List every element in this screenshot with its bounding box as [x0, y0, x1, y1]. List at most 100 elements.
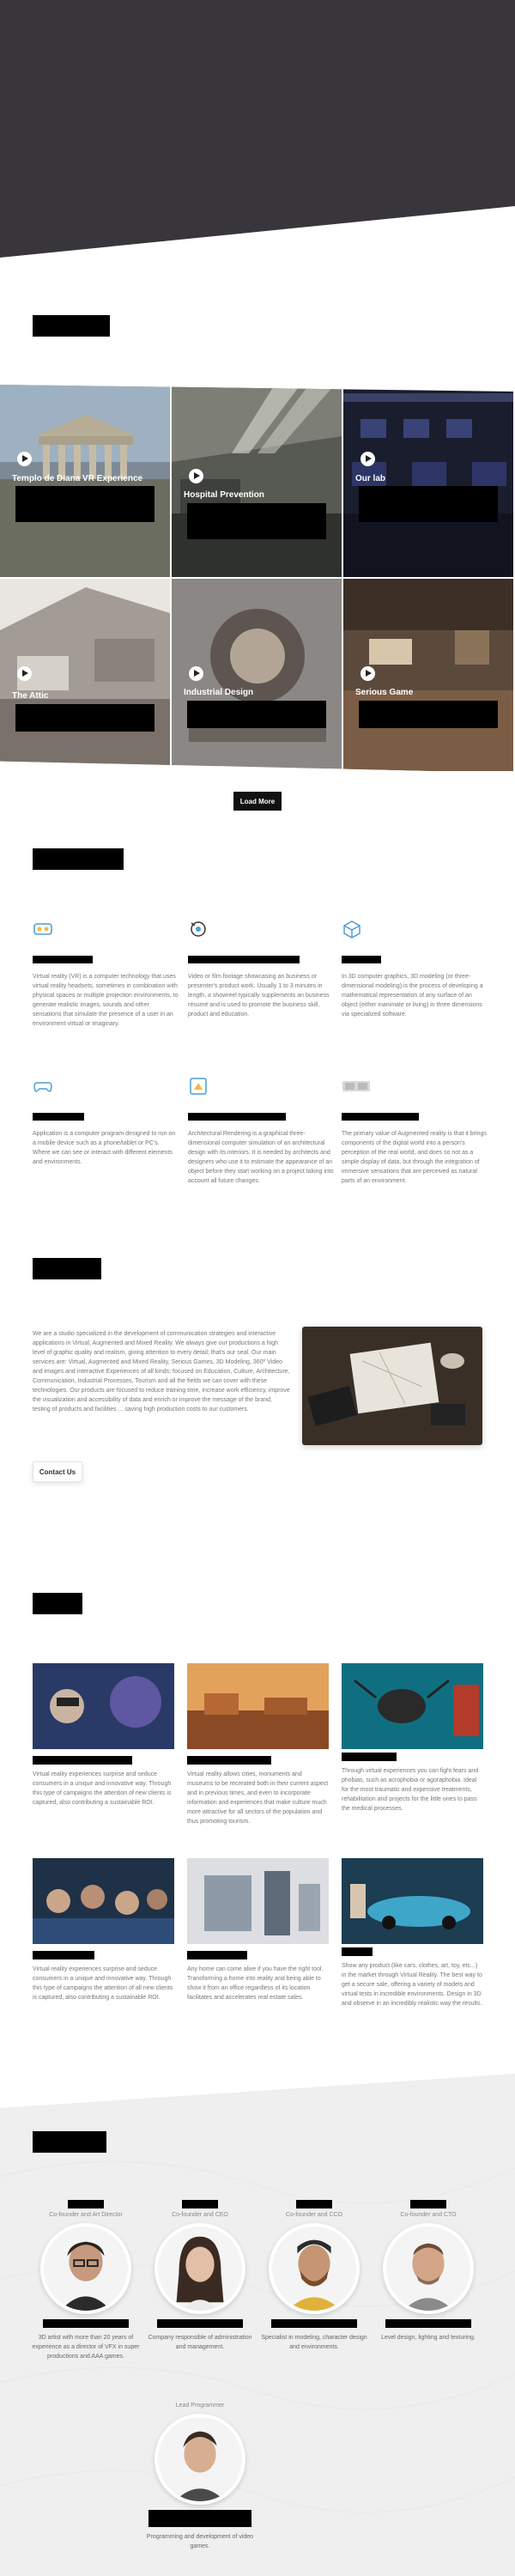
member-role: Co-founder and CEO — [172, 2212, 228, 2218]
feature-text: Through virtual experiences you can figh… — [342, 1768, 479, 1812]
member-name — [410, 2200, 446, 2208]
service-heading — [342, 1113, 419, 1121]
avatar — [154, 2414, 245, 2505]
portfolio-tile[interactable]: Hospital Prevention — [172, 385, 342, 577]
about-text: We are a studio specialized in the devel… — [33, 1331, 290, 1413]
member-role: Co-founder and CTO — [400, 2212, 457, 2218]
team-member: Co-founder and CEO Company responsible o… — [144, 2200, 256, 2352]
member-role: Co-founder and CCO — [285, 2212, 343, 2218]
portfolio-tile[interactable]: The Attic — [0, 579, 170, 771]
cube-3d-icon — [343, 920, 360, 939]
avatar — [40, 2223, 131, 2314]
feature-image-audience — [33, 1858, 174, 1944]
tile-title: The Attic — [12, 691, 49, 701]
feature-card: Any home can come alive if you have the … — [187, 1858, 329, 2002]
feature-heading — [342, 1947, 373, 1956]
feature-heading — [342, 1753, 397, 1761]
team-member: Co-founder and Art Director 3D artist wi… — [30, 2200, 142, 2361]
feature-image-spider — [342, 1663, 483, 1749]
service-heading — [342, 956, 381, 963]
member-description: Level design, lighting and texturing. — [381, 2335, 476, 2341]
hero-banner — [0, 0, 515, 258]
service-item: Architectural Rendering is a graphical t… — [188, 1076, 334, 1186]
feature-card: Virtual reality experiences surprise and… — [33, 1663, 174, 1807]
ar-glasses-icon — [342, 1081, 370, 1091]
service-heading — [188, 956, 300, 963]
member-description: Programming and development of video gam… — [146, 2534, 254, 2549]
portfolio-tile[interactable]: Our lab — [343, 385, 513, 577]
tile-title: Serious Game — [355, 688, 414, 697]
play-icon — [189, 469, 203, 483]
tile-caption — [15, 486, 154, 522]
member-title — [271, 2319, 357, 2328]
team-member: Co-founder and CCO Specialist in modelin… — [258, 2200, 370, 2352]
member-name — [296, 2200, 332, 2208]
feature-heading — [33, 1756, 132, 1765]
play-icon — [360, 666, 375, 681]
member-role: Co-founder and Art Director — [49, 2212, 123, 2218]
about-image — [302, 1327, 482, 1445]
service-item: Video or film footage showcasing an busi… — [188, 919, 334, 1019]
avatar — [383, 2223, 474, 2314]
tile-title: Templo de Diana VR Experience — [12, 474, 143, 483]
feature-heading — [33, 1951, 94, 1959]
play-icon — [360, 452, 375, 466]
tile-caption — [187, 701, 326, 728]
member-title — [385, 2319, 471, 2328]
feature-text: Virtual reality experiences surprise and… — [33, 1771, 172, 1806]
feature-image-car — [342, 1858, 483, 1944]
feature-card: Show any product (like cars, clothes, ar… — [342, 1858, 483, 2008]
about-section-title — [33, 1258, 101, 1279]
tile-caption — [359, 486, 498, 522]
video-camera-icon — [191, 921, 206, 937]
gamepad-icon — [33, 1082, 52, 1092]
service-text: Architectural Rendering is a graphical t… — [188, 1131, 334, 1184]
member-description: 3D artist with more than 20 years of exp… — [32, 2335, 140, 2360]
portfolio-grid: Templo de Diana VR Experience Hospital P… — [0, 385, 515, 773]
play-icon — [17, 452, 32, 466]
service-heading — [188, 1113, 286, 1121]
member-title — [43, 2319, 129, 2328]
features-section-title — [33, 1593, 82, 1614]
member-description: Company responsible of administration an… — [148, 2335, 252, 2350]
team-member: Co-founder and CTO Level design, lightin… — [373, 2200, 484, 2342]
member-description: Specialist in modeling, character design… — [261, 2335, 367, 2350]
service-item: In 3D computer graphics, 3D modeling (or… — [342, 919, 488, 1019]
avatar — [269, 2223, 360, 2314]
service-text: The primary value of Augmented reality i… — [342, 1131, 487, 1184]
vr-headset-icon — [33, 923, 52, 935]
portfolio-tile[interactable]: Templo de Diana VR Experience — [0, 385, 170, 577]
feature-heading — [187, 1951, 247, 1959]
portfolio-tile[interactable]: Serious Game — [343, 579, 513, 771]
feature-card: Virtual reality experiences surprise and… — [33, 1858, 174, 2002]
architecture-icon — [190, 1078, 207, 1095]
feature-text: Show any product (like cars, clothes, ar… — [342, 1963, 482, 2007]
service-heading — [33, 1113, 84, 1121]
portfolio-tile[interactable]: Industrial Design — [172, 579, 342, 771]
service-text: Virtual reality (VR) is a computer techn… — [33, 974, 179, 1027]
service-text: In 3D computer graphics, 3D modeling (or… — [342, 974, 483, 1018]
member-name — [182, 2200, 218, 2208]
tile-caption — [15, 704, 154, 732]
feature-image-home — [187, 1858, 329, 1944]
tile-title: Our lab — [355, 474, 386, 483]
feature-card: Virtual reality allows cities, monuments… — [187, 1663, 329, 1826]
service-text: Application is a computer program design… — [33, 1131, 176, 1165]
member-name — [68, 2200, 104, 2208]
feature-text: Virtual reality experiences surprise and… — [33, 1966, 173, 2001]
play-icon — [17, 666, 32, 681]
load-more-button[interactable]: Load More — [233, 792, 282, 811]
member-title — [148, 2510, 251, 2527]
service-text: Video or film footage showcasing an busi… — [188, 974, 330, 1018]
team-section-title — [33, 2131, 106, 2153]
service-item: The primary value of Augmented reality i… — [342, 1076, 488, 1186]
service-item: Application is a computer program design… — [33, 1076, 179, 1167]
team-member: Lead Programmer Programming and developm… — [144, 2403, 256, 2551]
feature-text: Virtual reality allows cities, monuments… — [187, 1771, 329, 1825]
member-title — [157, 2319, 243, 2328]
services-section-title — [33, 848, 124, 870]
service-item: Virtual reality (VR) is a computer techn… — [33, 919, 179, 1029]
tile-caption — [359, 701, 498, 728]
feature-image-vr-user — [33, 1663, 174, 1749]
contact-us-button[interactable]: Contact Us — [33, 1461, 82, 1482]
